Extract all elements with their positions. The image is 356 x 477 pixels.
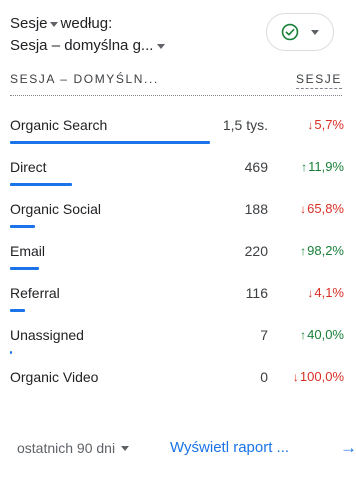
arrow-up-icon: ↑ xyxy=(301,160,308,174)
row-change-value: 11,9% xyxy=(308,159,344,174)
row-share-bar xyxy=(10,141,210,144)
row-change-value: 100,0% xyxy=(299,369,344,384)
row-value: 188 xyxy=(244,201,268,217)
view-report-link[interactable]: Wyświetl raport ... xyxy=(170,436,289,460)
row-change-value: 98,2% xyxy=(307,243,344,258)
arrow-up-icon: ↑ xyxy=(300,328,307,342)
row-change: ↑98,2% xyxy=(300,241,344,261)
row-change: ↓5,7% xyxy=(307,115,344,135)
row-value: 0 xyxy=(260,369,268,385)
caret-down-icon[interactable] xyxy=(121,445,130,451)
row-label: Organic Video xyxy=(10,369,99,385)
row-change: ↑40,0% xyxy=(300,325,344,345)
row-label: Organic Search xyxy=(10,117,108,133)
row-change-value: 40,0% xyxy=(307,327,344,342)
row-label: Email xyxy=(10,243,46,259)
row-value: 116 xyxy=(245,285,268,301)
row-label: Referral xyxy=(10,285,60,301)
dimension-selector[interactable]: Sesja – domyślna g... xyxy=(10,35,260,57)
row-change: ↑11,9% xyxy=(301,157,344,177)
header-divider xyxy=(10,95,342,96)
row-value: 7 xyxy=(260,327,268,343)
arrow-down-icon: ↓ xyxy=(307,286,314,300)
arrow-up-icon: ↑ xyxy=(300,244,307,258)
card-header: Sesje według: Sesja – domyślna g... xyxy=(10,13,260,57)
row-label: Unassigned xyxy=(10,327,84,343)
row-share-bar xyxy=(10,309,25,312)
metric-label[interactable]: Sesje xyxy=(10,13,48,35)
arrow-right-icon[interactable]: → xyxy=(340,436,356,460)
table-row[interactable]: Organic Social 188 ↓65,8% xyxy=(10,191,344,233)
table-body: Organic Search 1,5 tys. ↓5,7% Direct 469 ↑11,… xyxy=(10,107,344,401)
row-share-bar xyxy=(10,267,39,270)
row-change: ↓4,1% xyxy=(307,283,344,303)
row-label: Organic Social xyxy=(10,201,102,217)
metric-header-label[interactable]: SESJE xyxy=(295,72,342,89)
dimension-label[interactable]: Sesja – domyślna g... xyxy=(10,35,153,57)
row-value: 1,5 tys. xyxy=(222,117,268,133)
row-change-value: 5,7% xyxy=(314,117,344,132)
sessions-card: Sesje według: Sesja – domyślna g... SESJ… xyxy=(0,0,356,477)
filter-button[interactable] xyxy=(266,13,334,51)
row-value: 220 xyxy=(244,243,268,259)
metric-selector[interactable]: Sesje według: xyxy=(10,13,260,35)
caret-down-icon[interactable] xyxy=(157,43,166,49)
row-label: Direct xyxy=(10,159,47,175)
row-change-value: 4,1% xyxy=(314,285,344,300)
metric-column-header[interactable]: SESJE xyxy=(295,71,342,89)
arrow-down-icon: ↓ xyxy=(292,370,299,384)
table-row[interactable]: Organic Search 1,5 tys. ↓5,7% xyxy=(10,107,344,149)
date-range-label[interactable]: ostatnich 90 dni xyxy=(17,436,115,460)
dimension-column-header[interactable]: SESJA – DOMYŚLN... xyxy=(10,71,210,87)
table-row[interactable]: Direct 469 ↑11,9% xyxy=(10,149,344,191)
card-footer: ostatnich 90 dni Wyświetl raport ... → xyxy=(0,436,356,460)
row-share-bar xyxy=(10,351,12,354)
row-change-value: 65,8% xyxy=(307,201,344,216)
row-value: 469 xyxy=(244,159,268,175)
by-label: według: xyxy=(60,15,113,32)
caret-down-icon xyxy=(311,29,319,35)
row-change: ↓65,8% xyxy=(300,199,344,219)
table-row[interactable]: Referral 116 ↓4,1% xyxy=(10,275,344,317)
date-range-selector[interactable]: ostatnich 90 dni xyxy=(17,436,130,460)
caret-down-icon[interactable] xyxy=(49,21,58,27)
table-row[interactable]: Organic Video 0 ↓100,0% xyxy=(10,359,344,401)
arrow-down-icon: ↓ xyxy=(307,118,314,132)
arrow-down-icon: ↓ xyxy=(300,202,307,216)
check-circle-icon xyxy=(281,23,299,41)
dimension-header-label[interactable]: SESJA – DOMYŚLN... xyxy=(10,72,159,86)
table-row[interactable]: Unassigned 7 ↑40,0% xyxy=(10,317,344,359)
row-change: ↓100,0% xyxy=(293,367,344,387)
row-share-bar xyxy=(10,183,72,186)
table-row[interactable]: Email 220 ↑98,2% xyxy=(10,233,344,275)
row-share-bar xyxy=(10,225,35,228)
